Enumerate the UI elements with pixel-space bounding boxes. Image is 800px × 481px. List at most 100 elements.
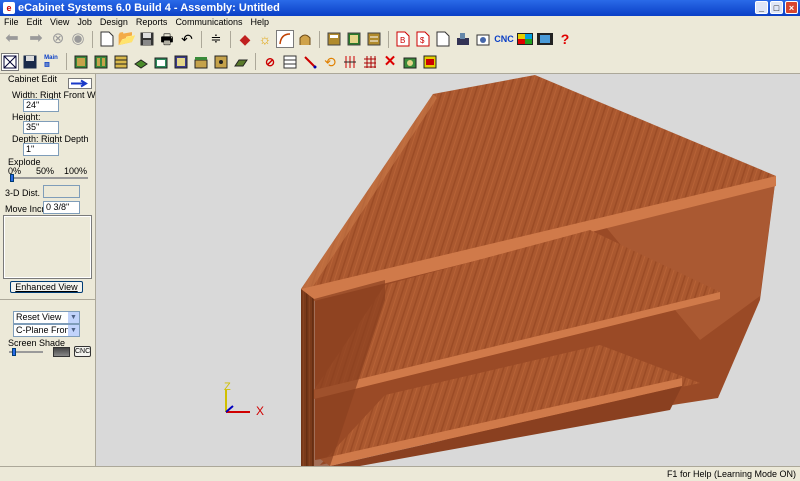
screen-shade-slider[interactable] — [12, 348, 16, 356]
chevron-down-icon: ▼ — [68, 325, 79, 336]
disk-icon[interactable] — [21, 53, 39, 71]
close-button[interactable]: × — [785, 1, 798, 14]
menu-communications[interactable]: Communications — [171, 17, 246, 27]
hardware-icon[interactable] — [212, 53, 230, 71]
face-frame-icon[interactable] — [152, 53, 170, 71]
design-toolbar: Main ▥ ⊘ ⟲ ✕ — [0, 50, 800, 74]
shelf-icon[interactable] — [132, 53, 150, 71]
shade-swatch[interactable] — [53, 347, 70, 357]
main-toolbar: ⬅ ➡ ⊗ ◉ 📂 🖶 ↶ ≑ ◆ ☼ B $ CNC ? — [0, 28, 800, 50]
no-entry-icon[interactable]: ⊘ — [261, 53, 279, 71]
explode-tick-100: 100% — [64, 166, 88, 176]
cplane-value: C-Plane Front — [16, 325, 73, 335]
toolbar-separator — [319, 30, 320, 48]
menu-file[interactable]: File — [0, 17, 23, 27]
menu-bar: File Edit View Job Design Reports Commun… — [0, 16, 800, 28]
measure-icon[interactable] — [301, 53, 319, 71]
axes-indicator: X Z — [224, 382, 264, 418]
wall-cabinet-icon[interactable] — [92, 53, 110, 71]
reset-view-value: Reset View — [16, 312, 62, 322]
toolbar-separator — [388, 30, 389, 48]
base-cabinet-icon[interactable] — [72, 53, 90, 71]
cutlist-icon[interactable] — [365, 30, 383, 48]
left-side-panel — [301, 289, 314, 466]
menu-edit[interactable]: Edit — [23, 17, 47, 27]
delete-icon[interactable]: ✕ — [381, 53, 399, 71]
3d-viewport[interactable]: X Z — [96, 74, 800, 466]
height-field[interactable]: 35" — [23, 121, 59, 134]
undo-icon[interactable]: ↶ — [178, 30, 196, 48]
dist-field[interactable] — [43, 185, 80, 198]
stop-icon[interactable]: ⊗ — [49, 30, 67, 48]
move-incr-label: Move Incr. — [5, 204, 47, 214]
dist-label: 3-D Dist. — [5, 188, 41, 198]
door-icon[interactable] — [172, 53, 190, 71]
menu-job[interactable]: Job — [73, 17, 96, 27]
menu-reports[interactable]: Reports — [132, 17, 172, 27]
refresh-icon[interactable]: ◉ — [69, 30, 87, 48]
light-icon[interactable]: ☼ — [256, 30, 274, 48]
enhanced-view-button[interactable]: Enhanced View — [10, 281, 83, 293]
molding-icon[interactable] — [232, 53, 250, 71]
status-bar: F1 for Help (Learning Mode ON) — [0, 466, 800, 481]
width-field[interactable]: 24" — [23, 99, 59, 112]
material-icon[interactable]: ◆ — [236, 30, 254, 48]
rotate-icon[interactable]: ⟲ — [321, 53, 339, 71]
depth-field[interactable]: 1" — [23, 143, 59, 156]
axis-z-label: Z — [224, 382, 231, 393]
machine-icon[interactable] — [454, 30, 472, 48]
explode-tick-50: 50% — [36, 166, 55, 176]
settings-icon[interactable]: ≑ — [207, 30, 225, 48]
draw-curve-icon[interactable] — [276, 30, 294, 48]
assembly-icon[interactable] — [421, 53, 439, 71]
arrow-right-icon[interactable] — [68, 78, 92, 89]
minimize-button[interactable]: _ — [755, 1, 768, 14]
cplane-select[interactable]: C-Plane Front ▼ — [13, 324, 80, 337]
explode-slider[interactable] — [10, 174, 14, 182]
toolbar-separator — [92, 30, 93, 48]
toolbar-separator — [230, 30, 231, 48]
preview-box — [3, 215, 92, 279]
document-icon[interactable] — [434, 30, 452, 48]
main-icon[interactable]: Main ▥ — [41, 53, 61, 71]
snapshot-icon[interactable] — [401, 53, 419, 71]
toolbar-separator — [255, 53, 256, 70]
maximize-button[interactable]: □ — [770, 1, 783, 14]
top-icon[interactable] — [192, 53, 210, 71]
save-icon[interactable] — [138, 30, 156, 48]
menu-help[interactable]: Help — [246, 17, 273, 27]
cabinet-list-icon[interactable] — [325, 30, 343, 48]
panel-divider — [0, 299, 95, 300]
report-icon[interactable]: B — [394, 30, 412, 48]
print-icon[interactable]: 🖶 — [158, 30, 176, 48]
open-folder-icon[interactable]: 📂 — [118, 30, 137, 48]
explode-slider-track — [10, 177, 88, 179]
arch-icon[interactable] — [296, 30, 314, 48]
app-icon: e — [3, 2, 15, 14]
window-controls: _ □ × — [755, 1, 798, 14]
cabinet-view-icon[interactable] — [1, 52, 19, 71]
table-icon[interactable] — [281, 53, 299, 71]
drawer-icon[interactable] — [112, 53, 130, 71]
cost-report-icon[interactable]: $ — [414, 30, 432, 48]
chevron-down-icon: ▼ — [68, 312, 79, 323]
reset-view-select[interactable]: Reset View ▼ — [13, 311, 80, 324]
svg-text:$: $ — [420, 36, 425, 45]
menu-view[interactable]: View — [46, 17, 73, 27]
menu-design[interactable]: Design — [96, 17, 132, 27]
help-icon[interactable]: ? — [556, 30, 574, 48]
cabinet-render — [301, 75, 776, 466]
move-incr-field[interactable]: 0 3/8" — [43, 201, 80, 214]
new-file-icon[interactable] — [98, 30, 116, 48]
forward-icon[interactable]: ➡ — [25, 30, 47, 48]
cnc-toolbar-button[interactable]: CNC — [494, 30, 514, 48]
color-grid-icon[interactable] — [516, 30, 534, 48]
camera-export-icon[interactable] — [474, 30, 492, 48]
dimension-icon[interactable] — [341, 53, 359, 71]
window-title: eCabinet Systems 6.0 Build 4 - Assembly:… — [18, 2, 280, 14]
parts-list-icon[interactable] — [345, 30, 363, 48]
film-icon[interactable] — [536, 30, 554, 48]
back-icon[interactable]: ⬅ — [1, 30, 23, 48]
grid-icon[interactable] — [361, 53, 379, 71]
cnc-button[interactable]: CNC — [74, 346, 91, 357]
